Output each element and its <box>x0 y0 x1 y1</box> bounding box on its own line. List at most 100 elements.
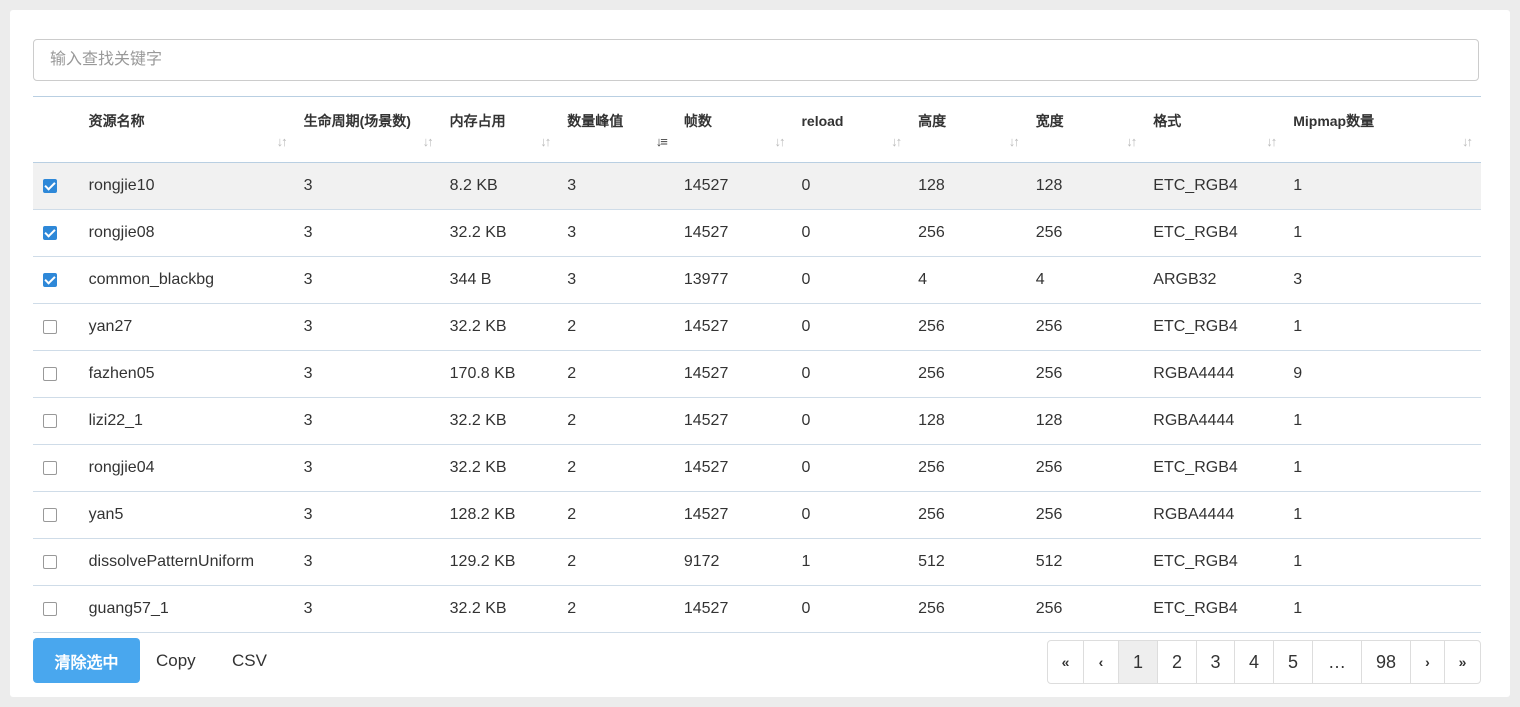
table-cell: ETC_RGB4 <box>1145 209 1286 257</box>
table-row[interactable]: common_blackbg 3 344 B 3 13977 0 4 4 ARGB32 3 <box>33 256 1481 304</box>
column-header[interactable]: 生命周期(场景数) ↓↑ <box>295 96 442 163</box>
table-cell: 13977 <box>675 256 794 304</box>
table-row[interactable]: rongjie10 3 8.2 KB 3 14527 0 128 128 ETC_RGB4 1 <box>33 162 1481 210</box>
sort-icon[interactable]: ↓↑ <box>423 131 434 152</box>
row-checkbox[interactable] <box>43 554 57 569</box>
table-cell: 128 <box>1027 397 1146 445</box>
table-row[interactable]: rongjie04 3 32.2 KB 2 14527 0 256 256 ETC_RGB4 1 <box>33 444 1481 492</box>
column-header[interactable]: 格式 ↓↑ <box>1145 96 1286 163</box>
page-button[interactable]: 5 <box>1274 641 1313 683</box>
column-header[interactable]: 资源名称 ↓↑ <box>80 96 296 163</box>
table-row[interactable]: rongjie08 3 32.2 KB 3 14527 0 256 256 ETC_RGB4 1 <box>33 209 1481 257</box>
table-cell: 1 <box>1285 585 1481 633</box>
table-cell: yan27 <box>80 303 296 351</box>
table-cell: 3 <box>295 397 442 445</box>
table-cell: 32.2 KB <box>441 444 560 492</box>
sort-desc-icon[interactable]: ↓≡ <box>656 131 668 152</box>
table-cell: 9172 <box>675 538 794 586</box>
table-cell: 2 <box>559 397 676 445</box>
table-cell: 256 <box>1027 303 1146 351</box>
next-page-button[interactable]: › <box>1411 641 1445 683</box>
table-cell: 14527 <box>675 397 794 445</box>
table-cell: ETC_RGB4 <box>1145 303 1286 351</box>
table-cell: common_blackbg <box>80 256 296 304</box>
table-cell: ETC_RGB4 <box>1145 162 1286 210</box>
row-checkbox[interactable] <box>43 225 57 240</box>
column-header[interactable]: 内存占用 ↓↑ <box>441 96 560 163</box>
table-cell: 0 <box>793 162 911 210</box>
table-cell: 4 <box>910 256 1028 304</box>
first-page-button[interactable]: « <box>1048 641 1084 683</box>
column-header[interactable]: 帧数 ↓↑ <box>675 96 794 163</box>
table-cell: 170.8 KB <box>441 350 560 398</box>
page-button[interactable]: 2 <box>1158 641 1197 683</box>
row-select-cell <box>33 491 81 539</box>
row-checkbox[interactable] <box>43 366 57 381</box>
last-page-button[interactable]: » <box>1445 641 1480 683</box>
page-button[interactable]: 4 <box>1235 641 1274 683</box>
table-row[interactable]: yan5 3 128.2 KB 2 14527 0 256 256 RGBA4444 1 <box>33 491 1481 539</box>
row-checkbox[interactable] <box>43 319 57 334</box>
column-header[interactable]: 数量峰值 ↓≡ <box>559 96 676 163</box>
table-cell: 14527 <box>675 491 794 539</box>
row-checkbox[interactable] <box>43 460 57 475</box>
table-cell: 3 <box>559 209 676 257</box>
row-checkbox[interactable] <box>43 507 57 522</box>
table-header-row: 资源名称 ↓↑ 生命周期(场景数) ↓↑ 内存占用 ↓↑ 数量峰值 ↓≡ 帧数 ↓↑ re… <box>33 96 1481 163</box>
sort-icon[interactable]: ↓↑ <box>1266 131 1277 152</box>
table-row[interactable]: fazhen05 3 170.8 KB 2 14527 0 256 256 RGBA4444 9 <box>33 350 1481 398</box>
sort-icon[interactable]: ↓↑ <box>277 131 288 152</box>
table-cell: ARGB32 <box>1145 256 1286 304</box>
search-input[interactable] <box>33 39 1479 81</box>
column-header[interactable]: Mipmap数量 ↓↑ <box>1285 96 1481 163</box>
table-row[interactable]: guang57_1 3 32.2 KB 2 14527 0 256 256 ETC_RGB4 1 <box>33 585 1481 633</box>
row-checkbox[interactable] <box>43 601 57 616</box>
page-button[interactable]: 98 <box>1362 641 1411 683</box>
sort-icon[interactable]: ↓↑ <box>1126 131 1137 152</box>
table-row[interactable]: yan27 3 32.2 KB 2 14527 0 256 256 ETC_RGB4 1 <box>33 303 1481 351</box>
table-cell: 256 <box>1027 209 1146 257</box>
table-cell: 256 <box>1027 491 1146 539</box>
table-cell: 1 <box>1285 538 1481 586</box>
table-cell: 256 <box>910 444 1028 492</box>
row-checkbox[interactable] <box>43 413 57 428</box>
table-cell: 0 <box>793 209 911 257</box>
copy-button[interactable]: Copy <box>156 638 196 683</box>
column-header[interactable]: 宽度 ↓↑ <box>1027 96 1146 163</box>
table-cell: 2 <box>559 444 676 492</box>
column-header[interactable]: 高度 ↓↑ <box>910 96 1028 163</box>
table-cell: 3 <box>295 538 442 586</box>
page-button[interactable]: 1 <box>1119 641 1158 683</box>
row-checkbox[interactable] <box>43 178 57 193</box>
table-cell: ETC_RGB4 <box>1145 538 1286 586</box>
row-select-cell <box>33 350 81 398</box>
table-cell: 1 <box>793 538 911 586</box>
table-cell: 9 <box>1285 350 1481 398</box>
table-row[interactable]: dissolvePatternUniform 3 129.2 KB 2 9172 1 512… <box>33 538 1481 586</box>
prev-page-button[interactable]: ‹ <box>1084 641 1119 683</box>
row-checkbox[interactable] <box>43 272 57 287</box>
table-cell: guang57_1 <box>80 585 296 633</box>
table-cell: 128 <box>910 162 1028 210</box>
csv-button[interactable]: CSV <box>232 638 267 683</box>
table-cell: lizi22_1 <box>80 397 296 445</box>
table-row[interactable]: lizi22_1 3 32.2 KB 2 14527 0 128 128 RGBA4444 1 <box>33 397 1481 445</box>
column-header[interactable]: reload ↓↑ <box>793 96 911 163</box>
table-cell: 32.2 KB <box>441 585 560 633</box>
table-cell: 3 <box>295 209 442 257</box>
resource-table: 资源名称 ↓↑ 生命周期(场景数) ↓↑ 内存占用 ↓↑ 数量峰值 ↓≡ 帧数 ↓↑ re… <box>33 96 1481 633</box>
table-cell: 2 <box>559 538 676 586</box>
sort-icon[interactable]: ↓↑ <box>891 131 902 152</box>
table-cell: 256 <box>910 303 1028 351</box>
row-select-cell <box>33 397 81 445</box>
table-cell: 2 <box>559 350 676 398</box>
sort-icon[interactable]: ↓↑ <box>774 131 785 152</box>
table-cell: 14527 <box>675 303 794 351</box>
sort-icon[interactable]: ↓↑ <box>1009 131 1020 152</box>
clear-selection-button[interactable]: 清除选中 <box>33 638 140 683</box>
table-cell: 4 <box>1027 256 1146 304</box>
sort-icon[interactable]: ↓↑ <box>540 131 551 152</box>
sort-icon[interactable]: ↓↑ <box>1462 131 1473 152</box>
page-button[interactable]: 3 <box>1197 641 1235 683</box>
table-cell: 0 <box>793 350 911 398</box>
